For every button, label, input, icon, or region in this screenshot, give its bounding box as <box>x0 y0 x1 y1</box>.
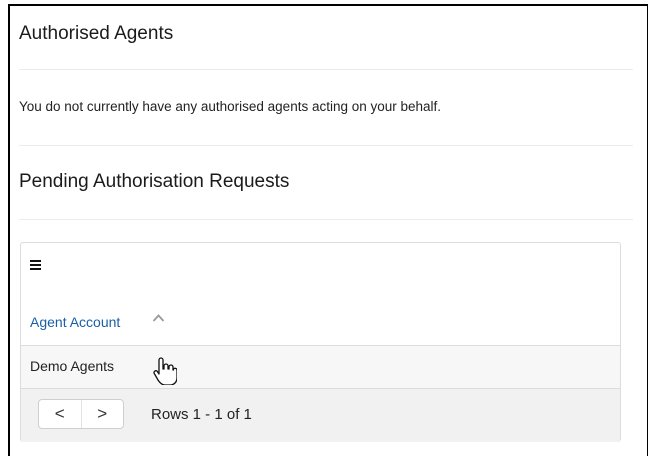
divider <box>19 219 633 220</box>
no-agents-message: You do not currently have any authorised… <box>19 99 442 114</box>
agent-account-cell[interactable]: Demo Agents <box>30 358 114 374</box>
pending-requests-heading: Pending Authorisation Requests <box>19 171 290 192</box>
rows-count-text: Rows 1 - 1 of 1 <box>151 406 252 423</box>
column-header-agent-account[interactable]: Agent Account <box>21 297 620 346</box>
table-row[interactable]: Demo Agents <box>21 346 620 389</box>
pagination-bar: < > Rows 1 - 1 of 1 <box>21 389 620 442</box>
divider <box>19 145 633 146</box>
chevron-up-icon[interactable] <box>152 312 165 326</box>
divider <box>19 69 633 70</box>
previous-page-button[interactable]: < <box>39 400 81 428</box>
hamburger-menu-icon[interactable] <box>30 260 41 270</box>
authorised-agents-heading: Authorised Agents <box>19 23 174 44</box>
pagination-buttons: < > <box>38 399 124 429</box>
next-page-button[interactable]: > <box>80 400 124 428</box>
hand-cursor-icon <box>151 357 178 386</box>
column-header-label[interactable]: Agent Account <box>30 314 120 330</box>
pending-requests-grid: Agent Account Demo Agents < > Rows 1 - 1… <box>20 242 621 442</box>
